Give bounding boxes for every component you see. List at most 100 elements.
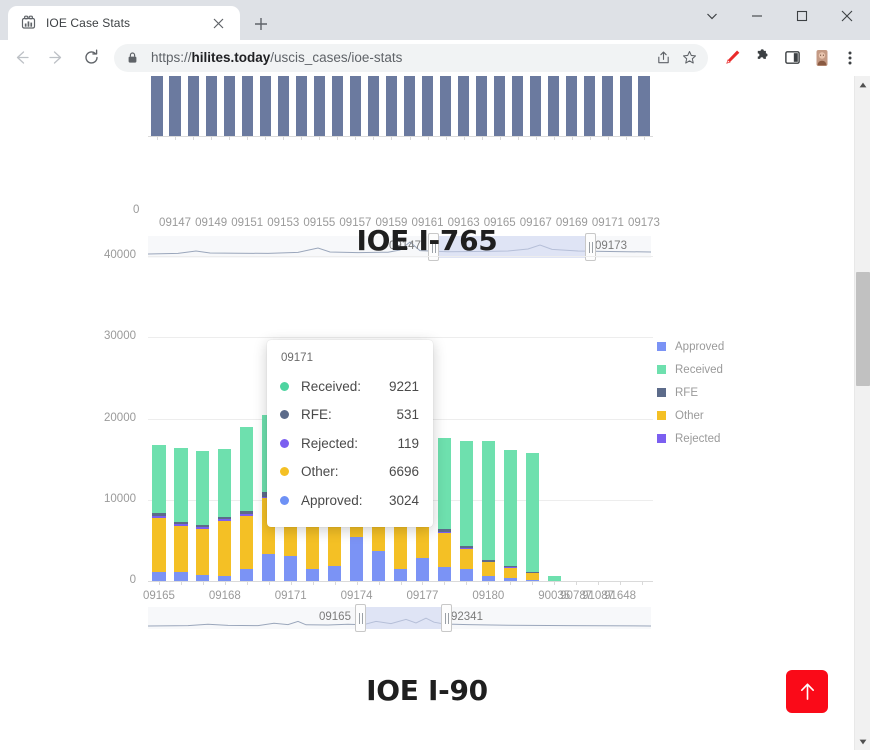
axis-tick [334, 581, 336, 585]
x-axis-label: 09174 [340, 590, 373, 602]
bar-segment-other [328, 526, 342, 567]
axis-tick [391, 136, 393, 140]
bar-segment-received [174, 448, 188, 522]
legend-item[interactable]: Received [657, 358, 724, 381]
i765-brush-handle-right[interactable] [441, 604, 452, 632]
window-close-button[interactable] [824, 0, 870, 32]
x-axis-label: 09177 [406, 590, 439, 602]
legend-swatch-rfe [657, 388, 666, 397]
axis-tick [268, 581, 270, 585]
bar-segment-approved [240, 568, 254, 581]
bar-segment-received [437, 438, 451, 530]
puzzle-extensions-icon[interactable] [748, 44, 776, 72]
bar-segment-rejected [174, 524, 188, 526]
new-tab-button[interactable] [248, 11, 274, 37]
star-bookmark-icon[interactable] [676, 45, 702, 71]
back-button-icon[interactable] [7, 44, 35, 72]
scrollbar-up-arrow[interactable] [855, 76, 870, 93]
i765-brush-handle-left[interactable] [355, 604, 366, 632]
bar-stack[interactable] [240, 256, 254, 581]
bar-segment-rfe [174, 521, 188, 525]
legend-label: Rejected [675, 432, 721, 445]
legend-item[interactable]: Rejected [657, 427, 724, 450]
legend-swatch-rejected [657, 434, 666, 443]
bar-segment-rejected [437, 531, 451, 533]
lock-icon [126, 51, 140, 65]
axis-tick [356, 581, 358, 585]
three-dot-menu-icon[interactable] [836, 44, 864, 72]
bar-stack[interactable] [635, 256, 648, 581]
bar-stack[interactable] [174, 256, 188, 581]
bar-segment-approved [328, 566, 342, 581]
bar-segment-rejected [196, 527, 210, 530]
scrollbar-down-arrow[interactable] [855, 733, 870, 750]
tooltip-row: Rejected: 119 [280, 429, 419, 458]
legend-item[interactable]: RFE [657, 381, 724, 404]
axis-tick [510, 581, 512, 585]
axis-tick [202, 581, 204, 585]
bar-stack[interactable] [437, 256, 451, 581]
axis-tick [158, 581, 160, 585]
browser-tab[interactable]: IOE Case Stats [8, 6, 240, 40]
axis-tick [265, 136, 267, 140]
window-minimize-button[interactable] [734, 0, 779, 32]
axis-tick [312, 581, 314, 585]
scrollbar-thumb[interactable] [856, 272, 870, 386]
bar-segment-rejected [218, 519, 232, 521]
profile-avatar[interactable] [808, 44, 836, 72]
axis-tick [444, 581, 446, 585]
pen-extension-icon[interactable] [718, 44, 746, 72]
reload-button-icon[interactable] [77, 44, 105, 72]
i765-range-slider[interactable]: 09165 92341 [148, 604, 651, 632]
page-scrollbar[interactable] [854, 76, 870, 750]
legend-label: Other [675, 409, 704, 422]
bar-segment-approved [437, 566, 451, 581]
chart-legend-ioe-i765: Approved Received RFE Other Rejected [657, 335, 724, 450]
bar-stack[interactable] [196, 256, 210, 581]
bar-stack[interactable] [613, 256, 626, 581]
forward-button-icon[interactable] [42, 44, 70, 72]
bar-segment-received [152, 445, 166, 513]
window-maximize-button[interactable] [779, 0, 824, 32]
tooltip-value: 531 [396, 407, 419, 423]
axis-tick [481, 136, 483, 140]
side-panel-icon[interactable] [778, 44, 806, 72]
bar-segment-received [218, 448, 232, 518]
top-chart-ytick-0: 0 [133, 204, 140, 216]
axis-tick [378, 581, 380, 585]
axis-tick [290, 581, 292, 585]
bar-stack[interactable] [459, 256, 473, 581]
tooltip-row: Approved: 3024 [280, 486, 419, 515]
tab-close-icon[interactable] [210, 15, 226, 31]
axis-tick [535, 136, 537, 140]
bar-stack[interactable] [503, 256, 517, 581]
legend-item[interactable]: Other [657, 404, 724, 427]
page-content: 0 09147 09149 09151 09153 09155 09157 09159 091… [0, 76, 854, 750]
share-icon[interactable] [650, 45, 676, 71]
i765-brush-left-label: 09165 [319, 611, 351, 623]
legend-swatch-other [657, 411, 666, 420]
tooltip-row: Received: 9221 [280, 372, 419, 401]
tooltip-row: Other: 6696 [280, 458, 419, 487]
bar-stack[interactable] [218, 256, 232, 581]
legend-item[interactable]: Approved [657, 335, 724, 358]
bar-segment-received [525, 453, 539, 573]
bar-segment-rfe [459, 546, 473, 549]
extensions-row [718, 44, 836, 72]
bar-stack[interactable] [481, 256, 495, 581]
tab-search-chevron-icon[interactable] [689, 0, 734, 32]
bar-stack[interactable] [525, 256, 539, 581]
bar-stack[interactable] [592, 256, 605, 581]
address-bar[interactable]: https://hilites.today/uscis_cases/ioe-st… [114, 43, 708, 72]
bar-segment-other [152, 518, 166, 573]
arrow-up-icon [800, 683, 814, 700]
bar-segment-approved [174, 572, 188, 581]
back-to-top-button[interactable] [786, 670, 828, 713]
bar-segment-rfe [152, 513, 166, 516]
bar-stack[interactable] [547, 256, 561, 581]
bar-segment-received [503, 450, 517, 566]
bar-stack[interactable] [570, 256, 583, 581]
bar-stack[interactable] [152, 256, 166, 581]
tooltip-title: 09171 [281, 352, 313, 364]
bar-segment-rfe [503, 565, 517, 568]
